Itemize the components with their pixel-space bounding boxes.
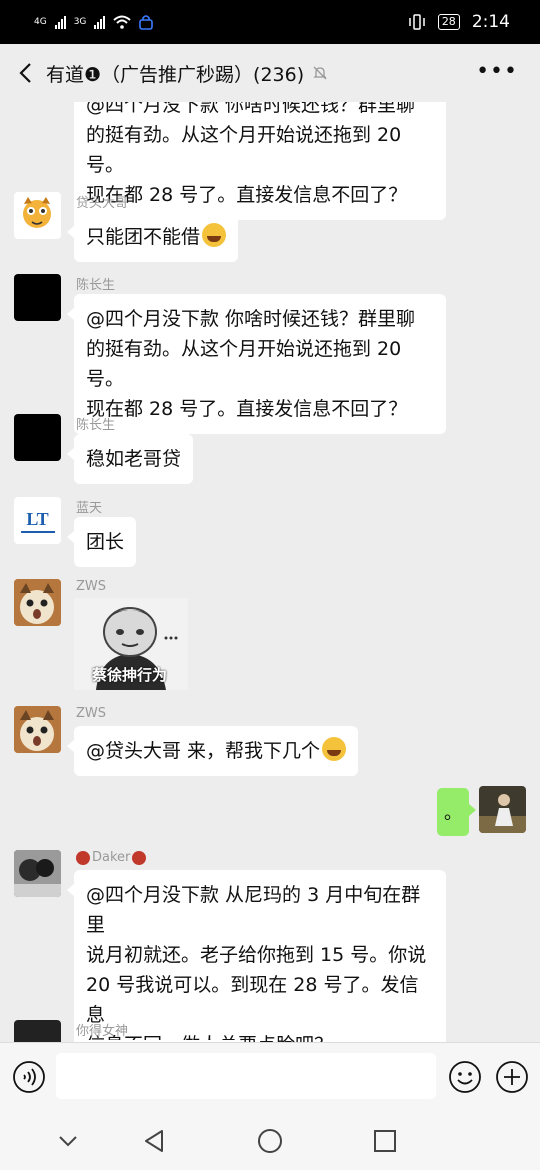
signal-4g-label: 4G: [34, 17, 47, 27]
avatar[interactable]: [14, 274, 61, 321]
signal-bars-2-icon: [94, 15, 106, 29]
nav-recents-icon[interactable]: [370, 1126, 400, 1156]
nav-back-icon[interactable]: [140, 1126, 170, 1156]
person-photo-avatar-icon: [479, 786, 526, 833]
laughing-tears-emoji-icon: [202, 223, 227, 247]
message-bubble[interactable]: @贷头大哥 来，帮我下几个: [66, 726, 359, 776]
message-bubble[interactable]: 稳如老哥贷: [66, 434, 194, 484]
emoji-picker-icon[interactable]: [448, 1060, 482, 1094]
message-line: 现在都 28 号了。直接发信息不回了？: [86, 398, 408, 420]
devil-emoji-icon: [76, 850, 90, 865]
chat-title: 有道❶（广告推广秒踢）(236): [46, 63, 305, 86]
avatar[interactable]: [14, 706, 61, 753]
sticker-image[interactable]: 蔡徐抻行为: [74, 598, 188, 690]
battery-indicator: 28: [437, 14, 460, 30]
message-line: @四个月没下款 从尼玛的 3 月中旬在群里: [86, 884, 421, 936]
lt-logo: LT: [26, 508, 49, 529]
signal-bars-icon: [54, 15, 66, 29]
dog-avatar-icon: [23, 197, 51, 228]
message-bubble[interactable]: 团长: [66, 517, 137, 567]
message-text: 稳如老哥贷: [86, 448, 182, 470]
cat-avatar-icon: [14, 706, 61, 753]
sticker-caption: 蔡徐抻行为: [92, 666, 168, 684]
message-text: 只能团不能借: [86, 226, 201, 248]
flushed-face-emoji-icon: [322, 737, 347, 761]
system-nav-bar: [0, 1112, 540, 1170]
message-bubble[interactable]: 只能团不能借: [66, 212, 239, 262]
message-bubble[interactable]: @四个月没下款 你啥时候还钱？群里聊 的挺有劲。从这个月开始说还拖到 20 号。…: [74, 102, 446, 220]
wifi-icon: [113, 15, 132, 29]
message-bubble[interactable]: @四个月没下款 你啥时候还钱？群里聊 的挺有劲。从这个月开始说还拖到 20 号。…: [67, 294, 446, 434]
message-line: @四个月没下款 你啥时候还钱？群里聊: [86, 102, 416, 116]
devil-emoji-icon: [132, 850, 147, 865]
message-line: 的挺有劲。从这个月开始说还拖到 20 号。: [86, 338, 402, 390]
voice-input-icon[interactable]: [12, 1060, 46, 1094]
signal-3g-label: 3G: [73, 17, 87, 27]
message-line: 的挺有劲。从这个月开始说还拖到 20 号。: [86, 124, 402, 176]
more-actions-plus-icon[interactable]: [495, 1060, 529, 1094]
avatar[interactable]: [14, 192, 61, 239]
message-line: 说月初就还。老子给你拖到 15 号。你说: [86, 944, 427, 966]
sender-name-text: Daker: [92, 850, 131, 865]
status-bar: 4G 3G 28 2:14: [0, 0, 540, 44]
vibrate-icon: [409, 14, 425, 30]
sender-name: ZWS: [76, 579, 107, 594]
bw-photo-avatar-icon: [14, 850, 61, 897]
lock-app-icon: [139, 15, 154, 30]
back-arrow-icon[interactable]: [14, 60, 40, 86]
nav-home-icon[interactable]: [255, 1126, 285, 1156]
cat-avatar-icon: [14, 579, 61, 626]
chevron-down-icon[interactable]: [53, 1126, 83, 1156]
message-text: 团长: [86, 531, 125, 553]
my-message-bubble[interactable]: 。: [437, 788, 476, 836]
sender-name: 贷头大哥: [76, 196, 129, 211]
message-bubble[interactable]: @四个月没下款 从尼玛的 3 月中旬在群里 说月初就还。老子给你拖到 15 号。…: [67, 870, 446, 1042]
chat-history[interactable]: @四个月没下款 你啥时候还钱？群里聊 的挺有劲。从这个月开始说还拖到 20 号。…: [0, 102, 540, 1042]
mute-bell-icon: [313, 66, 327, 80]
message-text: @贷头大哥 来，帮我下几个: [86, 740, 321, 762]
sender-name: 你得女神: [76, 1024, 129, 1039]
avatar[interactable]: LT: [14, 497, 61, 544]
input-bar: [0, 1042, 540, 1112]
avatar[interactable]: [14, 1020, 61, 1042]
logo-underline: [20, 530, 55, 533]
sender-name: 陈长生: [76, 278, 116, 293]
message-line: 20 号我说可以。到现在 28 号了。发信息: [86, 974, 419, 1026]
message-text: 。: [444, 803, 462, 824]
avatar[interactable]: [14, 850, 61, 897]
my-avatar[interactable]: [479, 786, 526, 833]
avatar[interactable]: [14, 414, 61, 461]
message-input[interactable]: [56, 1053, 436, 1099]
sender-name: ZWS: [76, 706, 107, 721]
avatar[interactable]: [14, 579, 61, 626]
more-options-icon[interactable]: •••: [476, 61, 518, 83]
chat-header: 有道❶（广告推广秒踢）(236) •••: [0, 44, 540, 102]
sender-name: 陈长生: [76, 418, 116, 433]
sender-name: 蓝天: [76, 501, 103, 516]
message-line: 现在都 28 号了。直接发信息不回了？: [86, 184, 408, 206]
clock: 2:14: [471, 12, 510, 32]
message-line: @四个月没下款 你啥时候还钱？群里聊: [86, 308, 416, 330]
sender-name: Daker: [76, 850, 147, 865]
